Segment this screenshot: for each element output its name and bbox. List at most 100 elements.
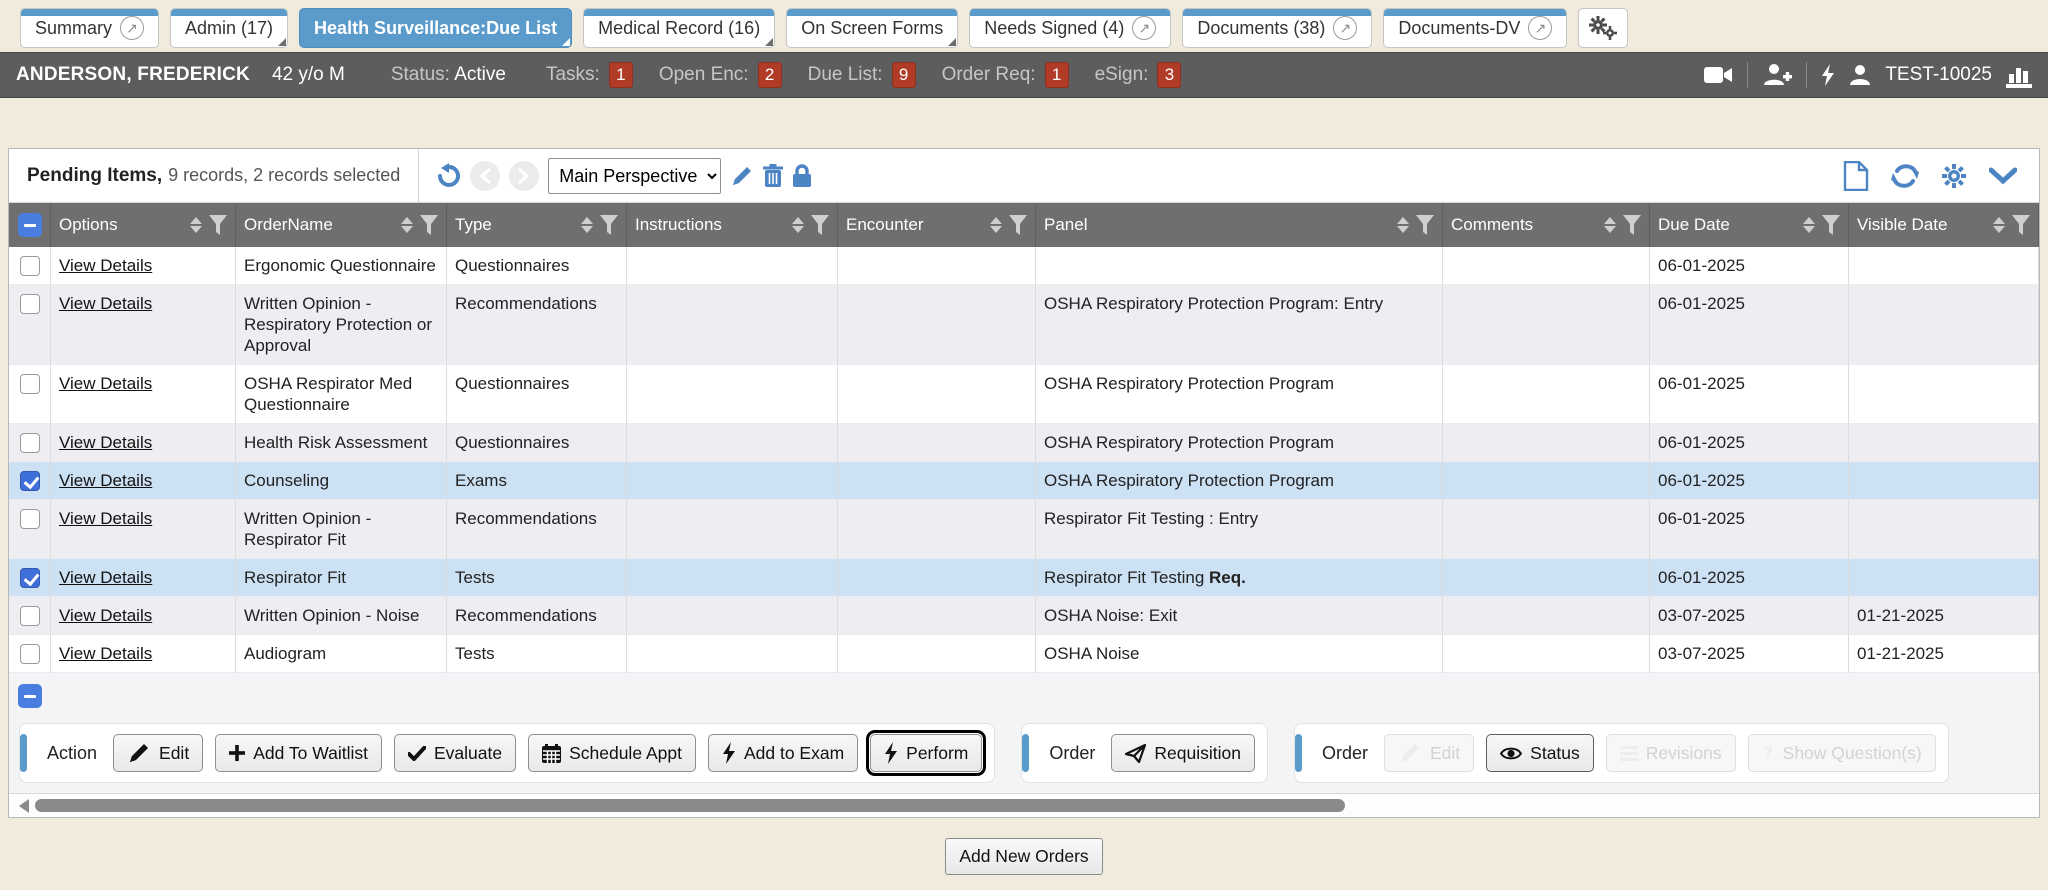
- filter-funnel-icon[interactable]: [1623, 215, 1641, 235]
- bar-chart-icon[interactable]: [2006, 62, 2032, 88]
- row-checkbox[interactable]: [20, 568, 40, 588]
- sort-arrows-icon[interactable]: [990, 217, 1002, 233]
- column-header-ordername[interactable]: OrderName: [236, 203, 447, 247]
- sort-arrows-icon[interactable]: [581, 217, 593, 233]
- external-link-icon[interactable]: ↗: [120, 16, 144, 40]
- edit-button[interactable]: Edit: [113, 734, 203, 772]
- sort-arrows-icon[interactable]: [1397, 217, 1409, 233]
- tab-documents-dv[interactable]: Documents-DV↗: [1383, 8, 1567, 48]
- row-checkbox[interactable]: [20, 256, 40, 276]
- row-checkbox[interactable]: [20, 374, 40, 394]
- filter-funnel-icon[interactable]: [2012, 215, 2030, 235]
- view-details-link[interactable]: View Details: [59, 471, 152, 490]
- filter-funnel-icon[interactable]: [1822, 215, 1840, 235]
- tab-needs-signed-4[interactable]: Needs Signed (4)↗: [969, 8, 1171, 48]
- add-to-exam-button[interactable]: Add to Exam: [708, 734, 858, 772]
- sort-arrows-icon[interactable]: [401, 217, 413, 233]
- tab-health-surveillance-due-list[interactable]: Health Surveillance:Due List: [299, 8, 572, 48]
- column-header-comments[interactable]: Comments: [1443, 203, 1650, 247]
- edit-button: Edit: [1384, 734, 1474, 772]
- row-checkbox[interactable]: [20, 509, 40, 529]
- table-footer: [9, 673, 2039, 719]
- sort-arrows-icon[interactable]: [190, 217, 202, 233]
- tab-admin-17[interactable]: Admin (17): [170, 8, 288, 48]
- table-row: View DetailsHealth Risk AssessmentQuesti…: [9, 424, 2039, 462]
- refresh-icon[interactable]: [1891, 163, 1919, 189]
- chevron-left-icon[interactable]: [470, 161, 500, 191]
- view-details-link[interactable]: View Details: [59, 606, 152, 625]
- perspective-select[interactable]: Main Perspective: [548, 158, 721, 194]
- filter-funnel-icon[interactable]: [811, 215, 829, 235]
- new-document-icon[interactable]: [1843, 161, 1869, 191]
- lock-perspective-icon[interactable]: [792, 164, 812, 188]
- column-header-encounter[interactable]: Encounter: [838, 203, 1036, 247]
- sort-arrows-icon[interactable]: [792, 217, 804, 233]
- column-header-visible-date[interactable]: Visible Date: [1849, 203, 2039, 247]
- view-details-link[interactable]: View Details: [59, 294, 152, 313]
- add-new-orders-button[interactable]: Add New Orders: [945, 838, 1102, 875]
- person-icon[interactable]: [1849, 64, 1871, 86]
- select-all-minus-icon[interactable]: [18, 213, 42, 237]
- patient-age-sex: 42 y/o M: [272, 64, 345, 86]
- add-to-waitlist-button[interactable]: Add To Waitlist: [215, 734, 382, 772]
- column-header-options[interactable]: Options: [51, 203, 236, 247]
- view-details-link[interactable]: View Details: [59, 509, 152, 528]
- filter-funnel-icon[interactable]: [209, 215, 227, 235]
- requisition-button[interactable]: Requisition: [1111, 734, 1255, 772]
- sort-arrows-icon[interactable]: [1604, 217, 1616, 233]
- column-header-due-date[interactable]: Due Date: [1650, 203, 1849, 247]
- scroll-left-arrow-icon[interactable]: [19, 799, 29, 813]
- row-checkbox[interactable]: [20, 644, 40, 664]
- row-checkbox[interactable]: [20, 433, 40, 453]
- bolt-icon[interactable]: [1821, 64, 1835, 86]
- send-icon: [1125, 744, 1146, 763]
- counter-label: Order Req:: [942, 64, 1036, 86]
- edit-perspective-pencil-icon[interactable]: [730, 164, 754, 188]
- row-checkbox[interactable]: [20, 606, 40, 626]
- column-header-type[interactable]: Type: [447, 203, 627, 247]
- instructions-cell: [627, 462, 838, 500]
- column-header-instructions[interactable]: Instructions: [627, 203, 838, 247]
- column-header-panel[interactable]: Panel: [1036, 203, 1443, 247]
- video-camera-icon[interactable]: [1703, 64, 1733, 86]
- chevron-right-icon[interactable]: [509, 161, 539, 191]
- evaluate-button[interactable]: Evaluate: [394, 734, 516, 772]
- collapse-selection-minus-icon[interactable]: [18, 684, 42, 708]
- row-checkbox[interactable]: [20, 294, 40, 314]
- delete-perspective-trash-icon[interactable]: [763, 164, 783, 188]
- gear-icon[interactable]: [1941, 163, 1967, 189]
- sort-arrows-icon[interactable]: [1993, 217, 2005, 233]
- status-button[interactable]: Status: [1486, 734, 1594, 772]
- filter-funnel-icon[interactable]: [1416, 215, 1434, 235]
- person-add-icon[interactable]: [1762, 63, 1792, 87]
- filter-funnel-icon[interactable]: [600, 215, 618, 235]
- tab-summary[interactable]: Summary↗: [20, 8, 159, 48]
- external-link-icon[interactable]: ↗: [1132, 16, 1156, 40]
- filter-funnel-icon[interactable]: [1009, 215, 1027, 235]
- view-details-link[interactable]: View Details: [59, 256, 152, 275]
- scrollbar-thumb[interactable]: [35, 799, 1345, 812]
- perform-button[interactable]: Perform: [870, 734, 982, 772]
- counter-badge[interactable]: 3: [1157, 62, 1181, 88]
- tab-documents-38[interactable]: Documents (38)↗: [1182, 8, 1372, 48]
- sort-arrows-icon[interactable]: [1803, 217, 1815, 233]
- tab-on-screen-forms[interactable]: On Screen Forms: [786, 8, 958, 48]
- view-details-link[interactable]: View Details: [59, 568, 152, 587]
- counter-badge[interactable]: 1: [609, 62, 633, 88]
- counter-badge[interactable]: 1: [1045, 62, 1069, 88]
- view-details-link[interactable]: View Details: [59, 433, 152, 452]
- view-details-link[interactable]: View Details: [59, 644, 152, 663]
- collapse-chevron-down-icon[interactable]: [1989, 167, 2017, 185]
- order-name-cell: Respirator Fit: [236, 559, 447, 597]
- counter-badge[interactable]: 9: [892, 62, 916, 88]
- counter-badge[interactable]: 2: [758, 62, 782, 88]
- filter-funnel-icon[interactable]: [420, 215, 438, 235]
- view-details-link[interactable]: View Details: [59, 374, 152, 393]
- undo-icon[interactable]: [435, 163, 461, 189]
- external-link-icon[interactable]: ↗: [1528, 16, 1552, 40]
- tab-medical-record-16[interactable]: Medical Record (16): [583, 8, 775, 48]
- schedule-appt-button[interactable]: Schedule Appt: [528, 734, 696, 772]
- tab-settings-gears-button[interactable]: [1578, 8, 1628, 48]
- row-checkbox[interactable]: [20, 471, 40, 491]
- external-link-icon[interactable]: ↗: [1333, 16, 1357, 40]
